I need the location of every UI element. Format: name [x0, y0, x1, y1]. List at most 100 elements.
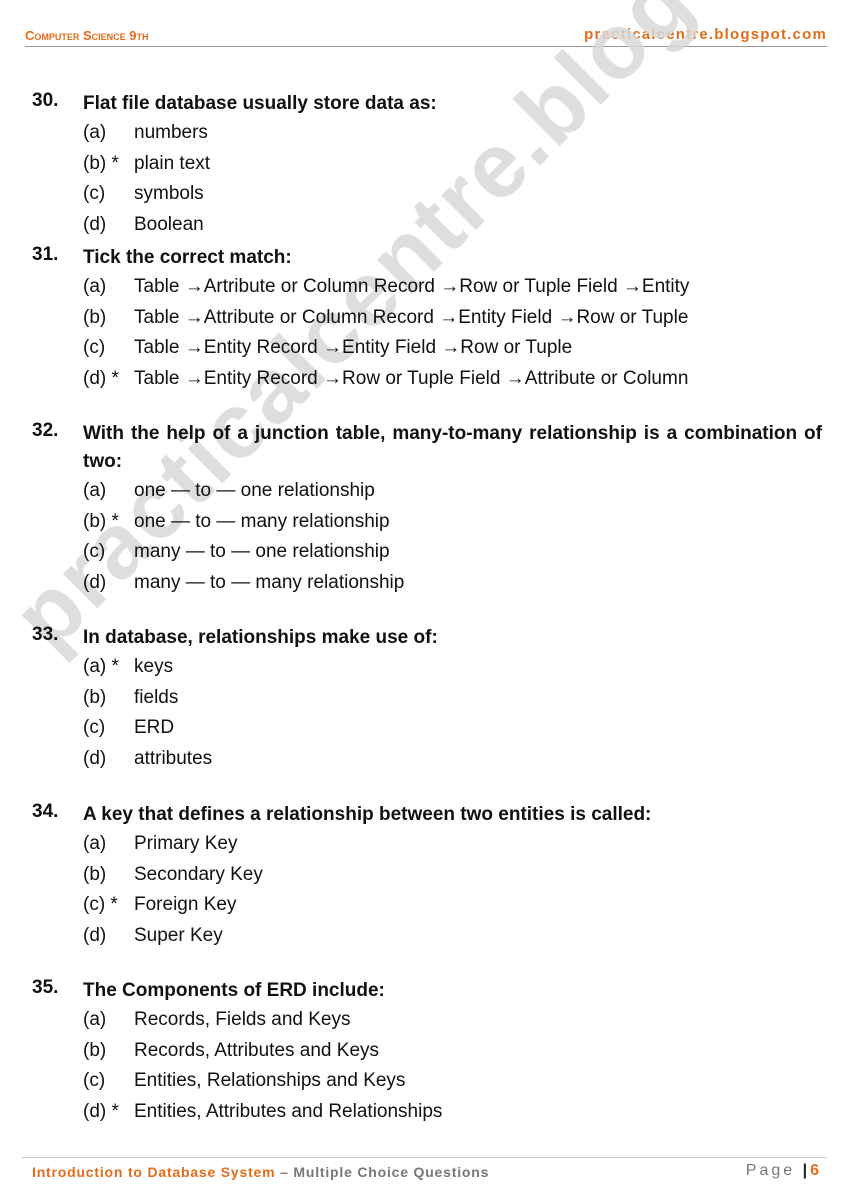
footer-section: Multiple Choice Questions: [293, 1164, 490, 1180]
question-number: 34.: [32, 801, 59, 822]
option-text: Foreign Key: [134, 894, 237, 916]
option-label: (d): [83, 925, 107, 947]
question-number: 31.: [32, 244, 59, 265]
option-text: Boolean: [134, 214, 204, 236]
option-a: (a) numbers: [83, 118, 822, 149]
option-d: (d) Super Key: [83, 921, 822, 952]
option-d: (d) many — to — many relationship: [83, 568, 822, 599]
option-a: (a) * keys: [83, 652, 822, 683]
option-label: (b) *: [83, 510, 119, 532]
option-d: (d) * Table →Entity Record →Row or Tuple …: [83, 364, 822, 395]
option-c: (c) Entities, Relationships and Keys: [83, 1066, 822, 1097]
option-text: Table →Attribute or Column Record →Entit…: [134, 306, 689, 328]
option-c: (c) * Foreign Key: [83, 890, 822, 921]
option-d: (d) * Entities, Attributes and Relationsh…: [83, 1097, 822, 1128]
question-number: 33.: [32, 624, 59, 645]
option-label: (a): [83, 833, 107, 854]
option-label: (b) *: [83, 152, 119, 174]
question-30: 30. Flat file database usually store dat…: [32, 90, 822, 241]
page-number: 6: [810, 1162, 819, 1179]
option-text: Records, Fields and Keys: [134, 1009, 351, 1030]
option-text: symbols: [134, 183, 204, 205]
option-label: (d) *: [83, 368, 119, 390]
question-number: 30.: [32, 90, 59, 111]
option-label: (b): [83, 1039, 107, 1061]
option-text: Table →Artribute or Column Record →Row o…: [134, 276, 690, 297]
option-text: keys: [134, 656, 174, 677]
page-footer: Introduction to Database System – Multip…: [22, 1157, 827, 1180]
option-text: many — to — many relationship: [134, 572, 405, 594]
option-label: (d): [83, 748, 107, 770]
option-a: (a) Primary Key: [83, 829, 822, 860]
option-a: (a) Records, Fields and Keys: [83, 1005, 822, 1036]
option-label: (c): [83, 183, 106, 205]
option-b: (b) Records, Attributes and Keys: [83, 1036, 822, 1067]
page-label: Page: [745, 1162, 796, 1179]
option-text: Super Key: [134, 925, 223, 947]
option-c: (c) symbols: [83, 179, 822, 210]
question-text: In database, relationships make use of:: [83, 627, 438, 648]
question-33: 33. In database, relationships make use …: [32, 624, 822, 775]
question-31: 31. Tick the correct match: (a) Table →Ar…: [32, 244, 822, 395]
option-text: numbers: [134, 122, 208, 143]
option-label: (c) *: [83, 894, 118, 916]
question-text: Tick the correct match:: [83, 247, 292, 268]
question-number: 32.: [32, 420, 59, 441]
option-b: (b) fields: [83, 683, 822, 714]
option-text: ERD: [134, 717, 175, 739]
option-label: (c): [83, 337, 106, 359]
option-text: many — to — one relationship: [134, 541, 390, 563]
header-course-title: Computer Science 9th: [25, 28, 149, 43]
option-text: Secondary Key: [134, 863, 263, 885]
option-c: (c) ERD: [83, 713, 822, 744]
question-text: The Components of ERD include:: [83, 980, 385, 1001]
page-indicator: Page |6: [746, 1162, 819, 1180]
question-35: 35. The Components of ERD include: (a) Re…: [32, 977, 822, 1128]
question-text: A key that defines a relationship betwee…: [83, 804, 652, 825]
option-text: Records, Attributes and Keys: [134, 1039, 380, 1061]
option-label: (a): [83, 1009, 107, 1030]
option-text: Entities, Relationships and Keys: [134, 1070, 406, 1092]
option-a: (a) Table →Artribute or Column Record →Ro…: [83, 272, 822, 303]
option-label: (a): [83, 122, 107, 143]
question-34: 34. A key that defines a relationship be…: [32, 801, 822, 952]
option-a: (a) one — to — one relationship: [83, 476, 822, 507]
question-number: 35.: [32, 977, 59, 998]
question-text: With the help of a junction table, many-…: [83, 423, 822, 472]
option-b: (b) * one — to — many relationship: [83, 507, 822, 538]
option-text: plain text: [134, 152, 211, 174]
option-label: (d): [83, 572, 107, 594]
footer-separator: –: [275, 1164, 294, 1180]
option-label: (a): [83, 276, 107, 297]
option-label: (b): [83, 863, 107, 885]
option-label: (d): [83, 214, 107, 236]
option-text: Table →Entity Record →Row or Tuple Field…: [134, 368, 689, 390]
option-text: attributes: [134, 748, 213, 770]
footer-title: Introduction to Database System – Multip…: [32, 1164, 489, 1180]
option-d: (d) attributes: [83, 744, 822, 775]
option-text: fields: [134, 686, 179, 708]
option-b: (b) * plain text: [83, 149, 822, 180]
option-label: (b): [83, 306, 107, 328]
option-label: (c): [83, 1070, 106, 1092]
option-text: one — to — one relationship: [134, 480, 375, 501]
option-label: (d) *: [83, 1101, 119, 1123]
option-label: (a) *: [83, 656, 119, 677]
question-text: Flat file database usually store data as…: [83, 93, 437, 114]
option-label: (a): [83, 480, 107, 501]
footer-chapter: Introduction to Database System: [32, 1164, 276, 1180]
question-32: 32. With the help of a junction table, m…: [32, 420, 822, 599]
option-label: (c): [83, 541, 106, 563]
page-separator: |: [802, 1162, 811, 1179]
option-label: (c): [83, 717, 106, 739]
option-label: (b): [83, 686, 107, 708]
option-text: Entities, Attributes and Relationships: [134, 1101, 443, 1123]
option-d: (d) Boolean: [83, 210, 822, 241]
option-b: (b) Secondary Key: [83, 860, 822, 891]
option-c: (c) many — to — one relationship: [83, 537, 822, 568]
option-c: (c) Table →Entity Record →Entity Field →R…: [83, 333, 822, 364]
option-text: Table →Entity Record →Entity Field →Row …: [134, 337, 573, 359]
option-text: Primary Key: [134, 833, 238, 854]
header-course-title-text: Computer Science 9th: [25, 28, 149, 43]
option-b: (b) Table →Attribute or Column Record →En…: [83, 303, 822, 334]
